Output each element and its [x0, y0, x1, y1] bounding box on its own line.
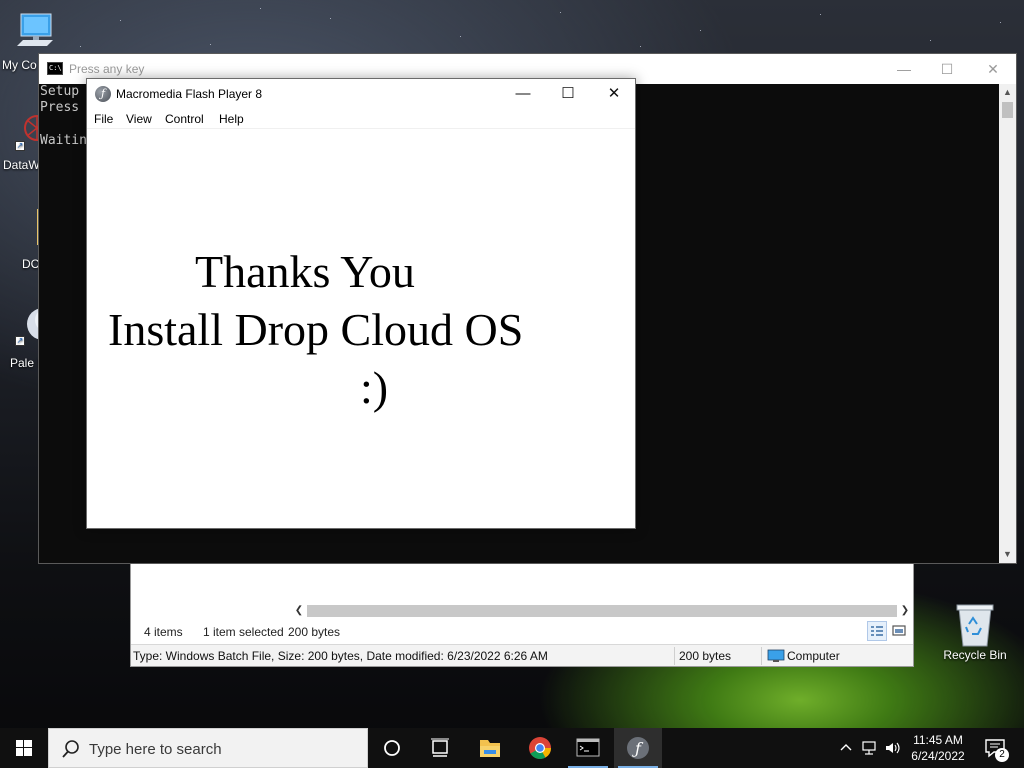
- file-explorer-icon: [480, 740, 500, 757]
- flash-stage[interactable]: Thanks You Install Drop Cloud OS :): [87, 129, 635, 528]
- desktop-icon-label: My Co: [2, 58, 37, 72]
- action-center-button[interactable]: 2: [978, 728, 1024, 768]
- console-line: Press: [40, 100, 80, 115]
- cortana-icon: [384, 740, 400, 756]
- details-view-button[interactable]: [867, 621, 887, 641]
- desktop-icon-label: DataW: [3, 158, 40, 172]
- file-details: Type: Windows Batch File, Size: 200 byte…: [133, 649, 548, 663]
- chrome-icon: [529, 737, 551, 759]
- explorer-details-bar: Type: Windows Batch File, Size: 200 byte…: [131, 644, 913, 666]
- file-explorer-window[interactable]: ❮ ❯ 4 items 1 item selected 200 bytes Ty…: [130, 555, 914, 667]
- large-icons-view-button[interactable]: [889, 621, 909, 641]
- start-button[interactable]: [0, 728, 48, 768]
- taskbar-file-explorer[interactable]: [466, 728, 514, 768]
- windows-logo-icon: [16, 740, 32, 756]
- clock-time: 11:45 AM: [913, 733, 963, 747]
- close-button[interactable]: ✕: [591, 79, 637, 109]
- selection-status: 1 item selected: [203, 625, 284, 639]
- command-prompt-icon: [576, 738, 600, 757]
- minimize-button[interactable]: —: [881, 54, 927, 84]
- flash-player-icon: ƒ: [95, 86, 111, 102]
- scroll-up-icon[interactable]: ▲: [999, 84, 1016, 101]
- menu-control[interactable]: Control: [165, 112, 204, 126]
- taskbar-search-box[interactable]: Type here to search: [48, 728, 368, 768]
- desktop-icon-recycle-bin[interactable]: Recycle Bin: [942, 602, 1008, 662]
- message-line-3: :): [360, 362, 389, 413]
- item-count: 4 items: [144, 625, 183, 639]
- shortcut-arrow-icon: ↗: [15, 141, 25, 151]
- notification-count-badge: 2: [995, 748, 1009, 762]
- scroll-down-icon[interactable]: ▼: [999, 546, 1016, 563]
- scroll-right-icon[interactable]: ❯: [897, 603, 913, 619]
- console-line: Waitin: [40, 133, 87, 148]
- horizontal-scrollbar[interactable]: ❮ ❯: [291, 603, 913, 619]
- recycle-bin-icon: [956, 604, 994, 647]
- shortcut-arrow-icon: ↗: [15, 336, 25, 346]
- menu-file[interactable]: File: [94, 112, 113, 126]
- system-tray: [836, 728, 902, 768]
- desktop-icon-my-computer[interactable]: My Co: [0, 10, 70, 72]
- message-line-1: Thanks You: [195, 246, 415, 297]
- console-title: Press any key: [69, 62, 145, 76]
- flash-player-icon: ƒ: [627, 737, 649, 759]
- scroll-left-icon[interactable]: ❮: [291, 603, 307, 619]
- menu-view[interactable]: View: [126, 112, 152, 126]
- vertical-scrollbar[interactable]: ▲ ▼: [999, 84, 1016, 563]
- message-line-2: Install Drop Cloud OS: [108, 304, 524, 355]
- cortana-button[interactable]: [368, 728, 416, 768]
- details-view-icon: [871, 626, 883, 636]
- taskbar-clock[interactable]: 11:45 AM 6/24/2022: [900, 732, 976, 764]
- explorer-status-bar: 4 items 1 item selected 200 bytes: [131, 622, 913, 642]
- flash-titlebar[interactable]: ƒ Macromedia Flash Player 8 — ☐ ✕: [87, 79, 635, 109]
- close-button[interactable]: ✕: [970, 54, 1016, 84]
- network-icon[interactable]: [860, 740, 878, 756]
- window-title: Macromedia Flash Player 8: [116, 87, 263, 101]
- file-size: 200 bytes: [679, 649, 732, 663]
- taskbar: Type here to search ƒ 11:45 AM 6/24/2022…: [0, 728, 1024, 768]
- task-view-icon: [431, 738, 449, 757]
- location-label: Computer: [787, 649, 840, 663]
- console-line: Setup: [40, 84, 80, 99]
- maximize-button[interactable]: ☐: [924, 54, 970, 84]
- computer-icon: [17, 13, 53, 46]
- maximize-button[interactable]: ☐: [545, 79, 591, 109]
- clock-date: 6/24/2022: [911, 749, 965, 763]
- large-icons-view-icon: [892, 625, 906, 636]
- command-prompt-icon: C:\: [47, 62, 63, 75]
- recycle-bin-label: Recycle Bin: [943, 648, 1007, 662]
- taskbar-chrome[interactable]: [516, 728, 564, 768]
- menu-bar: File View Control Help: [87, 109, 635, 129]
- computer-icon: [767, 649, 785, 662]
- selection-size: 200 bytes: [288, 625, 341, 639]
- search-placeholder: Type here to search: [89, 741, 222, 758]
- task-view-button[interactable]: [416, 728, 464, 768]
- flash-player-window[interactable]: ƒ Macromedia Flash Player 8 — ☐ ✕ File V…: [86, 78, 636, 529]
- menu-help[interactable]: Help: [219, 112, 244, 126]
- taskbar-flash-player[interactable]: ƒ: [614, 728, 662, 768]
- search-icon: [62, 740, 79, 758]
- scrollbar-thumb[interactable]: [1002, 102, 1013, 118]
- desktop-icon-label: DC: [22, 257, 40, 271]
- taskbar-command-prompt[interactable]: [564, 728, 612, 768]
- minimize-button[interactable]: —: [500, 79, 546, 109]
- scrollbar-thumb[interactable]: [307, 605, 897, 617]
- chevron-up-icon[interactable]: [838, 740, 854, 756]
